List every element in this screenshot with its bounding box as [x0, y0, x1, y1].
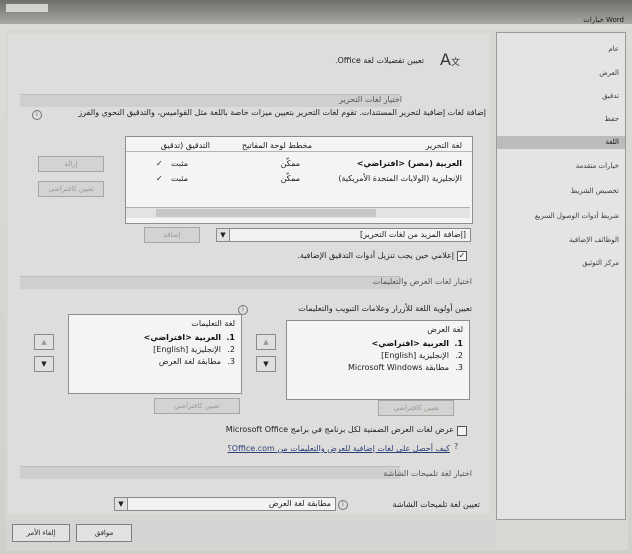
help-item-label: مطابقة لغة العرض	[158, 357, 221, 366]
info-icon: i	[338, 500, 348, 510]
list-item[interactable]: 1. العربية <افتراضي>	[69, 333, 241, 344]
window-title: خيارات Word	[583, 16, 624, 24]
help-item-num: 3.	[227, 357, 235, 366]
nav-pane: عام العرض تدقيق حفظ اللغة خيارات متقدمة …	[496, 32, 626, 520]
dialog-footer: موافق إلغاء الأمر	[6, 520, 496, 548]
row-keyboard: ممكّن	[280, 174, 300, 183]
options-window: خيارات Word عام العرض تدقيق حفظ اللغة خي…	[0, 0, 632, 554]
horizontal-scrollbar[interactable]	[126, 207, 470, 218]
chevron-down-icon[interactable]: ▼	[217, 229, 230, 241]
screentip-language-value: مطابقة لغة العرض	[268, 499, 331, 508]
show-display-languages-checkbox[interactable]	[457, 426, 467, 436]
help-language-list[interactable]: لغة التعليمات 1. العربية <افتراضي> 2. ال…	[68, 314, 242, 394]
notify-proofing-checkbox[interactable]: ✓	[457, 251, 467, 261]
nav-item-trust-center[interactable]: مركز التوثيق	[582, 259, 619, 267]
language-icon: A文	[440, 50, 460, 69]
set-default-help-button[interactable]: تعيين كافتراضي	[154, 398, 240, 414]
nav-item-advanced[interactable]: خيارات متقدمة	[576, 162, 619, 170]
header-text: تعيين تفضيلات لغة Office.	[334, 56, 424, 65]
scrollbar-thumb[interactable]	[156, 209, 376, 217]
nav-item-proofing[interactable]: تدقيق	[602, 92, 619, 100]
display-item-num: 3.	[455, 363, 463, 372]
table-row[interactable]: العربية (مصر) <افتراضي> ممكّن مثبت ✓	[126, 159, 472, 171]
nav-item-customize-ribbon[interactable]: تخصيص الشريط	[571, 187, 619, 195]
col-header-edit-language: لغة التحرير	[425, 141, 462, 150]
add-language-button[interactable]: إضافة	[144, 227, 200, 243]
nav-item-display[interactable]: العرض	[599, 69, 619, 77]
screentip-section-bar	[20, 466, 400, 479]
help-item-num: 2.	[227, 345, 235, 354]
table-row[interactable]: الإنجليزية (الولايات المتحدة الأمريكية) …	[126, 174, 472, 186]
help-icon: ?	[454, 442, 459, 451]
list-item[interactable]: 1. العربية <افتراضي>	[287, 339, 469, 350]
help-list-title: لغة التعليمات	[191, 319, 235, 328]
cancel-button[interactable]: إلغاء الأمر	[12, 524, 70, 542]
list-item[interactable]: 2. الإنجليزية [English]	[69, 345, 241, 356]
list-item[interactable]: 2. الإنجليزية [English]	[287, 351, 469, 362]
help-item-num: 1.	[226, 333, 235, 342]
display-list-title: لغة العرض	[427, 325, 463, 334]
display-item-label: الإنجليزية [English]	[381, 351, 449, 360]
ok-button[interactable]: موافق	[76, 524, 132, 542]
nav-item-language[interactable]: اللغة	[497, 136, 625, 149]
get-languages-link[interactable]: كيف أحصل على لغات إضافية للعرض والتعليما…	[228, 444, 450, 453]
show-display-languages-label: عرض لغات العرض الضمنية لكل برنامج في برا…	[225, 425, 454, 434]
display-description: تعيين أولوية اللغة للأزرار وعلامات التبو…	[298, 304, 472, 313]
remove-language-button[interactable]: إزالة	[38, 156, 104, 172]
nav-item-quick-access[interactable]: شريط أدوات الوصول السريع	[535, 212, 619, 220]
display-move-up-button[interactable]: ▲	[256, 334, 276, 350]
editing-language-table: لغة التحرير مخطط لوحة المفاتيح التدقيق (…	[125, 136, 473, 224]
row-language: الإنجليزية (الولايات المتحدة الأمريكية)	[338, 174, 462, 183]
display-language-list[interactable]: لغة العرض 1. العربية <افتراضي> 2. الإنجل…	[286, 320, 470, 400]
list-item[interactable]: 3. مطابقة Microsoft Windows	[287, 363, 469, 374]
add-editing-language-combo[interactable]: ▼ [إضافة المزيد من لغات التحرير]	[216, 228, 471, 242]
help-move-up-button[interactable]: ▲	[34, 334, 54, 350]
display-section-title: اختيار لغات العرض والتعليمات	[372, 277, 472, 286]
display-item-num: 1.	[454, 339, 463, 348]
screentip-section-title: اختيار لغة تلميحات الشاشة	[383, 469, 472, 478]
editing-description: إضافة لغات إضافية لتحرير المستندات. تقوم…	[78, 108, 486, 117]
title-bar: خيارات Word	[0, 0, 632, 24]
col-header-keyboard: مخطط لوحة المفاتيح	[241, 141, 312, 150]
col-header-proofing: التدقيق (تدقيق	[160, 141, 210, 150]
row-proofing: مثبت	[171, 159, 188, 168]
set-default-display-button[interactable]: تعيين كافتراضي	[378, 400, 454, 416]
info-icon: i	[32, 110, 42, 120]
screentip-language-combo[interactable]: ▼ مطابقة لغة العرض	[114, 497, 336, 511]
help-move-down-button[interactable]: ▼	[34, 356, 54, 372]
add-editing-language-value: [إضافة المزيد من لغات التحرير]	[359, 230, 466, 239]
help-item-label: العربية <افتراضي>	[143, 333, 221, 342]
display-item-label: مطابقة Microsoft Windows	[347, 363, 449, 372]
chevron-down-icon[interactable]: ▼	[115, 498, 128, 510]
title-bar-app-icon	[6, 4, 48, 12]
display-item-label: العربية <افتراضي>	[371, 339, 449, 348]
help-item-label: الإنجليزية [English]	[153, 345, 221, 354]
nav-item-general[interactable]: عام	[608, 45, 619, 53]
list-item[interactable]: 3. مطابقة لغة العرض	[69, 357, 241, 368]
row-keyboard: ممكّن	[280, 159, 300, 168]
screentip-label: تعيين لغة تلميحات الشاشة	[392, 500, 481, 509]
notify-proofing-label: إعلامي حين يجب تنزيل أدوات التدقيق الإضا…	[297, 251, 454, 260]
nav-item-save[interactable]: حفظ	[604, 115, 619, 123]
language-panel: A文 تعيين تفضيلات لغة Office. اختيار لغات…	[8, 34, 490, 514]
display-section-bar	[20, 276, 400, 289]
set-default-editing-button[interactable]: تعيين كافتراضي	[38, 181, 104, 197]
header-divider	[126, 151, 472, 152]
display-item-num: 2.	[455, 351, 463, 360]
nav-item-addins[interactable]: الوظائف الإضافية	[569, 236, 619, 244]
row-language: العربية (مصر) <افتراضي>	[356, 159, 462, 168]
editing-section-title: اختيار لغات التحرير	[339, 95, 402, 104]
checkmark-icon: ✓	[156, 159, 163, 168]
checkmark-icon: ✓	[156, 174, 163, 183]
display-move-down-button[interactable]: ▼	[256, 356, 276, 372]
row-proofing: مثبت	[171, 174, 188, 183]
